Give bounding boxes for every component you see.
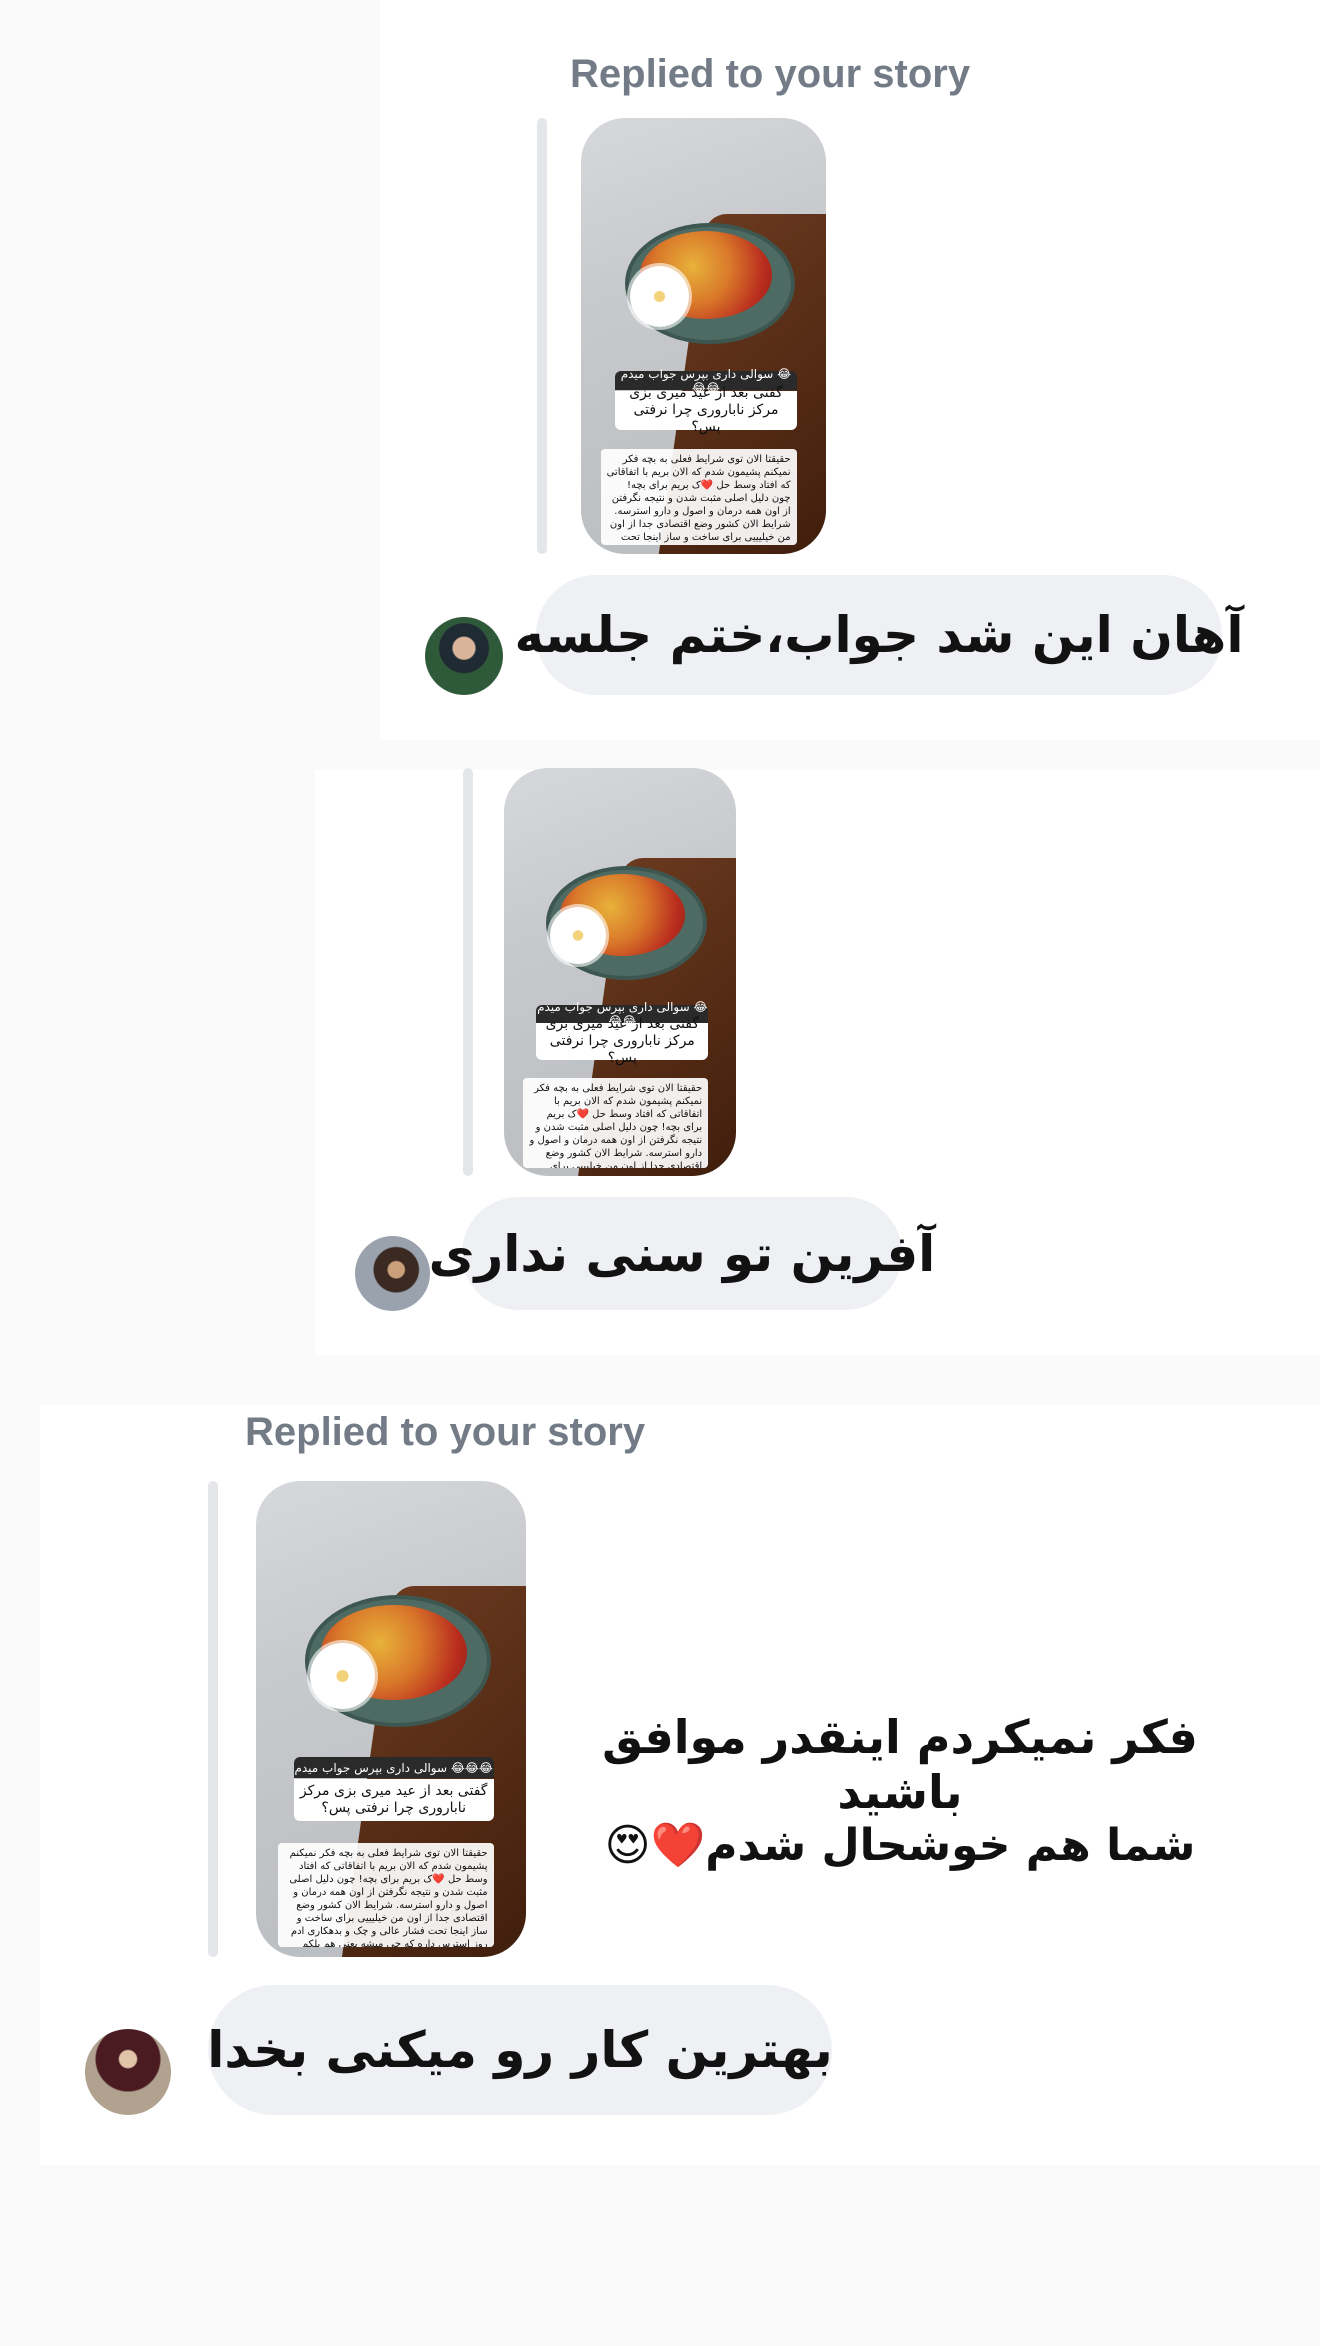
replied-label: Replied to your story <box>245 1410 646 1454</box>
story-answer-text: حقیقتا الان توی شرایط فعلی به بچه فکر نم… <box>600 449 797 546</box>
story-thumbnail[interactable]: سوالی داری بپرس جواب میدم 😂😂😂 گفتی بعد ا… <box>256 1481 526 1957</box>
caption-line-1: فکر نمیکردم اینقدر موافق باشید <box>602 1710 1198 1820</box>
story-question-text: گفتی بعد از عید میری بزی مرکز ناباروری چ… <box>293 1778 494 1822</box>
flower-image <box>310 1642 375 1710</box>
story-thumbnail[interactable]: سوالی داری بپرس جواب میدم 😂😂😂 گفتی بعد ا… <box>504 768 736 1176</box>
message-bubble[interactable]: آهان این شد جواب،ختم جلسه <box>515 575 1243 695</box>
story-question-text: گفتی بعد از عید میری بزی مرکز ناباروری چ… <box>615 385 797 435</box>
message-bubble[interactable]: بهترین کار رو میکنی بخدا <box>207 1985 833 2115</box>
story-question-header: سوالی داری بپرس جواب میدم 😂😂😂 <box>293 1757 494 1779</box>
flower-image <box>630 266 689 328</box>
story-question-text: گفتی بعد از عید میری بزی مرکز ناباروری چ… <box>536 1016 709 1066</box>
avatar[interactable] <box>355 1236 430 1311</box>
story-answer-text: حقیقتا الان توی شرایط فعلی به بچه فکر نم… <box>277 1842 494 1948</box>
flower-image <box>550 906 607 964</box>
avatar[interactable] <box>85 2029 171 2115</box>
reply-quote-bar <box>208 1481 218 1957</box>
story-reply-caption: فکر نمیکردم اینقدر موافق باشید شما هم خو… <box>560 1710 1240 1873</box>
story-answer-text: حقیقتا الان توی شرایط فعلی به بچه فکر نم… <box>522 1078 709 1168</box>
caption-line-2: شما هم خوشحال شدم❤️😍 <box>604 1820 1196 1872</box>
avatar[interactable] <box>425 617 503 695</box>
reply-quote-bar <box>463 768 473 1176</box>
message-bubble[interactable]: آفرین تو سنی نداری <box>429 1197 935 1310</box>
replied-label: Replied to your story <box>570 52 971 96</box>
story-thumbnail[interactable]: سوالی داری بپرس جواب میدم 😂😂😂 گفتی بعد ا… <box>581 118 826 554</box>
reply-quote-bar <box>537 118 547 554</box>
